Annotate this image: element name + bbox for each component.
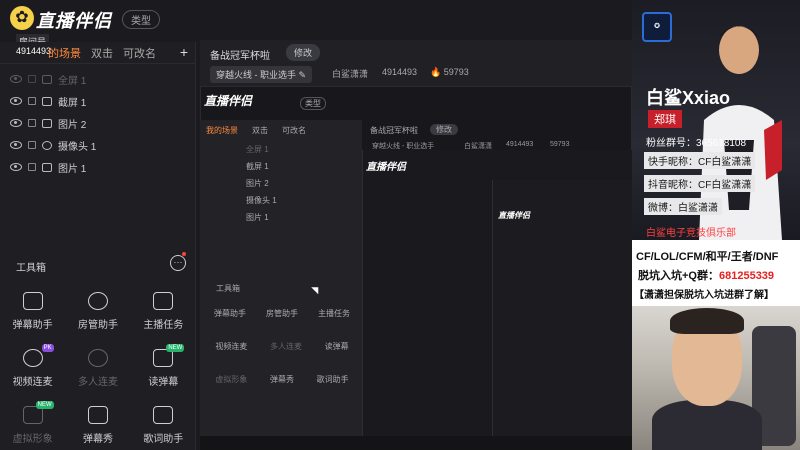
read-danmu-icon: NEW [153,344,185,367]
nested-tabs: 我的场景 双击 可改名 [206,126,306,135]
screen-icon [42,74,52,84]
fan-group: 粉丝群号：365618108 [646,138,747,149]
edit-title-button[interactable]: 修改 [286,44,321,61]
source-row[interactable]: 截屏 1 [0,90,196,112]
tab-double-click[interactable]: 双击 [91,45,113,61]
lock-icon[interactable] [28,141,36,149]
manager-icon [87,292,108,310]
type-button[interactable]: 类型 [122,10,160,29]
task-icon [153,292,174,310]
nested-logo-3: 直播伴侣 [498,211,530,220]
left-panel: 4914493 的场景 双击 可改名 + 全屏 1 截屏 1 图片 2 摄像头 … [0,42,196,450]
nested-toolbox-title: 工具箱 [216,284,240,293]
promo-guarantee: 【潇潇担保脱坑入坑进群了解】 [634,290,774,301]
tool-danmu-assistant[interactable]: 弹幕助手 [1,292,65,331]
tab-my-scene[interactable]: 的场景 [48,45,81,61]
source-row[interactable]: 摄像头 1 [0,134,196,156]
nested-tool-grid: 弹幕助手 房管助手 主播任务 视频连麦 多人连麦 读弹幕 虚拟形象 弹幕秀 歌词… [214,309,350,384]
weibo-nickname: 微博：白鲨潇潇 [644,198,722,215]
webcam-shirt [652,400,762,450]
stream-title: 备战冠军杯啦 [210,51,270,62]
lock-icon[interactable] [28,97,36,105]
nested-room-id: 4914493 [506,141,534,148]
bottom-toolbar [200,436,632,450]
source-label: 图片 1 [58,163,87,175]
nested-edit: 修改 [430,124,458,135]
promo-qq: 脱坑入坑+Q群：681255339 [638,270,775,282]
promo-games: CF/LOL/CFM/和平/王者/DNF [636,251,779,263]
main-room-id: 4914493 [382,67,418,77]
danmu-icon [22,292,43,310]
webcam-hair [670,308,744,334]
lyrics-icon [153,406,174,424]
tool-video-link[interactable]: PK 视频连麦 [1,344,65,388]
streamer-name: 白鲨Xxiao [646,88,731,108]
toolbox-title: 工具箱 [16,263,46,274]
team-logo: ✪ [642,12,672,42]
nested-scene-list: 全屏 1 截屏 1 图片 2 摄像头 1 图片 1 [246,145,277,222]
image-icon [42,118,52,128]
tool-grid: 弹幕助手 房管助手 主播任务 PK 视频连麦 多人连麦 NEW 读弹幕 NEW … [0,292,196,445]
kuaishou-nickname: 快手昵称：CF白鲨潇潇 [644,152,756,169]
notification-dot [182,252,186,256]
source-label: 图片 2 [58,119,87,131]
source-row[interactable]: 全屏 1 [0,68,196,90]
eye-icon[interactable] [10,141,22,149]
source-row[interactable]: 图片 1 [0,156,196,178]
category-selector[interactable]: 穿越火线 - 职业选手 ✎ [210,66,313,83]
nested-logo: 直播伴侣 [204,94,253,108]
douyin-nickname: 抖音昵称：CF白鲨潇潇 [644,175,756,192]
image-icon [42,162,52,172]
video-link-icon: PK [22,344,54,367]
tool-anchor-task[interactable]: 主播任务 [131,292,195,331]
avatar-icon: NEW [22,401,54,424]
stream-overlay: ✪ 白鲨Xxiao 郑琪 粉丝群号：365618108 快手昵称：CF白鲨潇潇 … [632,0,800,450]
lock-icon[interactable] [28,75,36,83]
add-scene-button[interactable]: + [180,44,188,60]
eye-icon[interactable] [10,97,22,105]
eye-icon[interactable] [10,163,22,171]
camera-icon [42,140,52,150]
source-label: 全屏 1 [58,75,87,87]
multi-link-icon [87,349,108,367]
tool-virtual-avatar[interactable]: NEW 虚拟形象 [1,401,65,445]
club-name: 白鲨电子竞技俱乐部 [646,228,736,239]
real-name: 郑琪 [648,110,682,128]
source-label: 摄像头 1 [58,141,97,153]
source-label: 截屏 1 [58,97,87,109]
nested-title: 备战冠军杯啦 [370,126,418,135]
crop-icon [42,96,52,106]
source-row[interactable]: 图片 2 [0,112,196,134]
lock-icon[interactable] [28,119,36,127]
logo-icon: ✿ [10,6,34,30]
tool-room-manager[interactable]: 房管助手 [66,292,130,331]
lock-icon[interactable] [28,163,36,171]
nested-popularity: 59793 [550,141,570,148]
tab-rename[interactable]: 可改名 [123,45,156,61]
source-list: 全屏 1 截屏 1 图片 2 摄像头 1 图片 1 [0,68,196,178]
anchor-name: 白鲨潇潇 [332,69,369,79]
danmu-show-icon [87,406,108,424]
tool-read-danmu[interactable]: NEW 读弹幕 [131,344,195,388]
tool-multi-link[interactable]: 多人连麦 [66,349,130,388]
app-logo-text: 直播伴侣 [36,11,112,31]
eye-icon[interactable] [10,119,22,127]
scene-tabs: 的场景 双击 可改名 + [0,42,196,64]
popularity: 🔥 59793 [430,67,469,77]
eye-icon[interactable] [10,75,22,83]
tool-lyrics[interactable]: 歌词助手 [131,406,195,445]
nested-type-pill: 类型 [300,97,326,110]
toolbox-more-button[interactable]: ··· [170,255,186,271]
nested-logo-2: 直播伴侣 [366,162,406,173]
tool-danmu-show[interactable]: 弹幕秀 [66,406,130,445]
